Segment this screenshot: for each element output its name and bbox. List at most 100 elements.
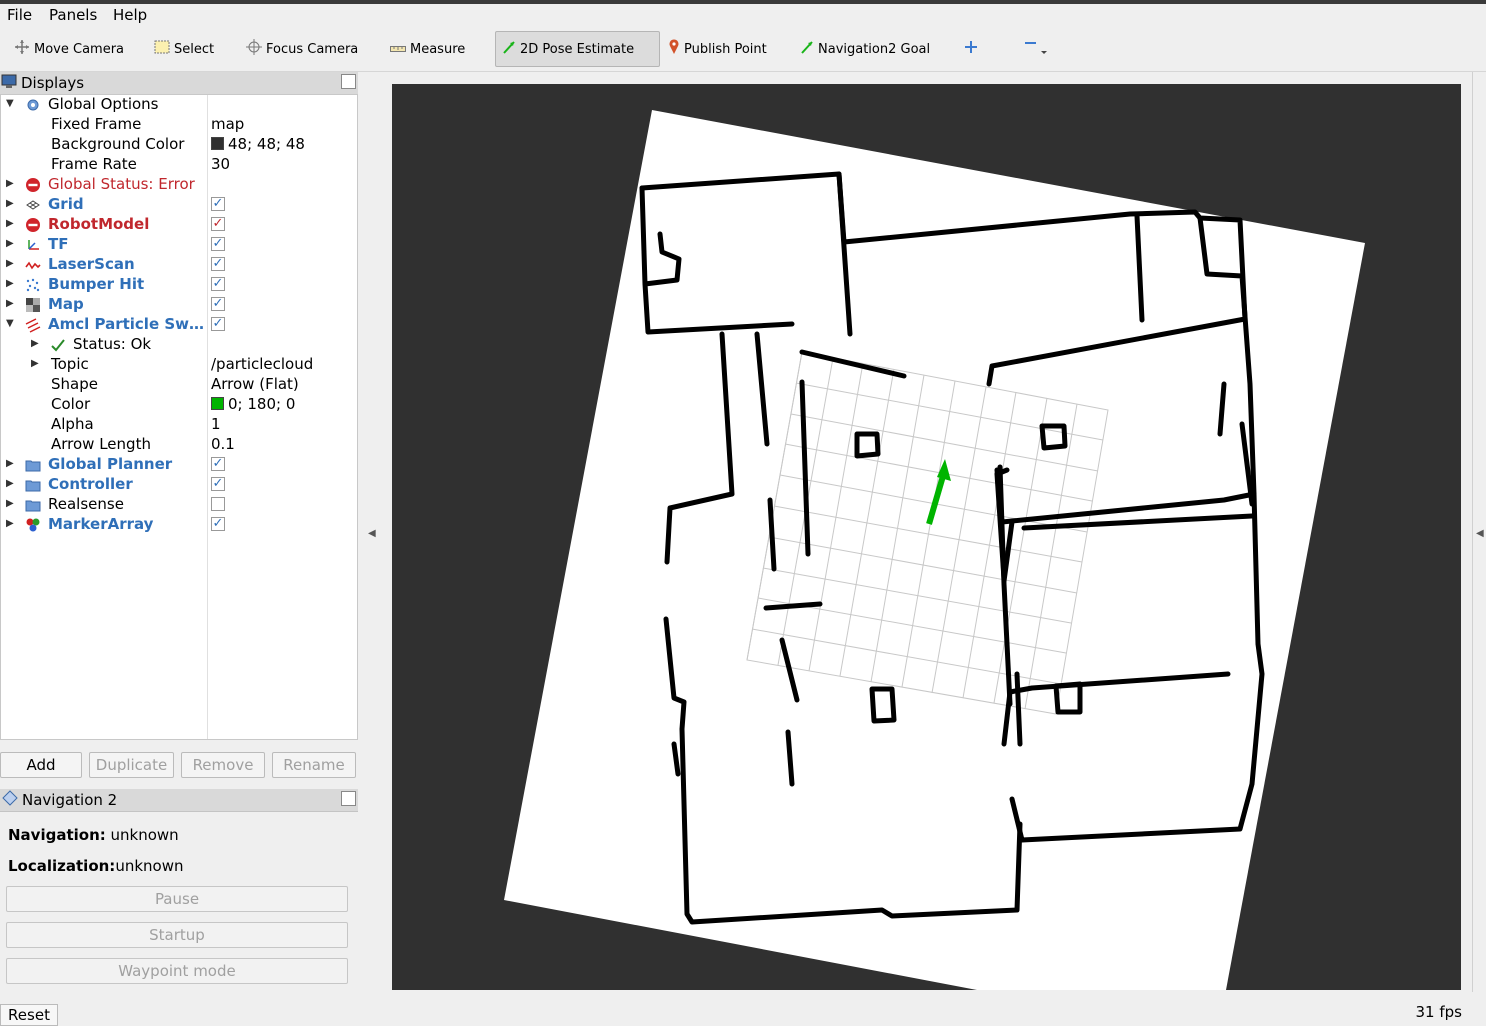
topic-value[interactable]: /particlecloud xyxy=(211,355,313,373)
startup-button[interactable]: Startup xyxy=(6,922,348,948)
collapsed-arrow-icon[interactable]: ▶ xyxy=(6,238,14,249)
undock-button[interactable] xyxy=(341,791,356,806)
publish-point-tool[interactable]: Publish Point xyxy=(662,31,773,67)
grid-checkbox[interactable]: ✓ xyxy=(211,197,225,211)
color-swatch xyxy=(211,397,224,410)
collapsed-arrow-icon[interactable]: ▶ xyxy=(6,498,14,509)
pointcloud-icon xyxy=(25,277,41,293)
collapsed-arrow-icon[interactable]: ▶ xyxy=(6,278,14,289)
markerarray-label: MarkerArray xyxy=(48,515,154,533)
collapsed-arrow-icon[interactable]: ▶ xyxy=(6,518,14,529)
tf-checkbox[interactable]: ✓ xyxy=(211,237,225,251)
color-swatch xyxy=(211,137,224,150)
background-color-value[interactable]: 48; 48; 48 xyxy=(211,135,305,153)
tree-row-controller[interactable]: ▶ Controller ✓ xyxy=(1,475,357,495)
alpha-label: Alpha xyxy=(51,415,94,433)
focus-camera-tool[interactable]: Focus Camera xyxy=(240,31,364,67)
collapsed-arrow-icon[interactable]: ▶ xyxy=(6,218,14,229)
tree-row-global-status[interactable]: ▶ Global Status: Error xyxy=(1,175,357,195)
shape-value[interactable]: Arrow (Flat) xyxy=(211,375,299,393)
menu-help[interactable]: Help xyxy=(113,6,147,24)
tree-row-amcl-status[interactable]: ▶ Status: Ok xyxy=(1,335,357,355)
menu-file[interactable]: File xyxy=(7,6,32,24)
fps-readout: 31 fps xyxy=(1415,1003,1462,1021)
collapsed-arrow-icon[interactable]: ▶ xyxy=(6,178,14,189)
tree-row-grid[interactable]: ▶ Grid ✓ xyxy=(1,195,357,215)
folder-icon xyxy=(25,457,41,473)
alpha-value[interactable]: 1 xyxy=(211,415,221,433)
realsense-checkbox[interactable] xyxy=(211,497,225,511)
tree-row-fixed-frame[interactable]: Fixed Frame map xyxy=(1,115,357,135)
tree-row-markerarray[interactable]: ▶ MarkerArray ✓ xyxy=(1,515,357,535)
tree-row-amcl-shape[interactable]: Shape Arrow (Flat) xyxy=(1,375,357,395)
markerarray-checkbox[interactable]: ✓ xyxy=(211,517,225,531)
displays-title: Displays xyxy=(21,74,85,92)
collapsed-arrow-icon[interactable]: ▶ xyxy=(6,258,14,269)
collapsed-arrow-icon[interactable]: ▶ xyxy=(6,458,14,469)
render-view[interactable] xyxy=(392,84,1461,990)
expanded-arrow-icon[interactable]: ▼ xyxy=(6,318,14,329)
add-tool-button[interactable] xyxy=(958,31,984,67)
collapse-left-icon[interactable]: ◀ xyxy=(368,528,376,539)
left-splitter[interactable]: ◀ xyxy=(360,72,384,1012)
bumper-hit-label: Bumper Hit xyxy=(48,275,145,293)
undock-button[interactable] xyxy=(341,74,356,89)
tree-row-realsense[interactable]: ▶ Realsense xyxy=(1,495,357,515)
arrow-length-value[interactable]: 0.1 xyxy=(211,435,235,453)
amcl-status-label: Status: Ok xyxy=(73,335,152,353)
duplicate-display-button[interactable]: Duplicate xyxy=(89,752,174,778)
grid-label: Grid xyxy=(48,195,84,213)
tree-row-background-color[interactable]: Background Color 48; 48; 48 xyxy=(1,135,357,155)
select-tool[interactable]: Select xyxy=(148,31,220,67)
collapsed-arrow-icon[interactable]: ▶ xyxy=(6,198,14,209)
laserscan-checkbox[interactable]: ✓ xyxy=(211,257,225,271)
remove-tool-button[interactable] xyxy=(1018,31,1056,67)
waypoint-mode-button[interactable]: Waypoint mode xyxy=(6,958,348,984)
tree-row-amcl-alpha[interactable]: Alpha 1 xyxy=(1,415,357,435)
global-status-label: Global Status: Error xyxy=(48,175,195,193)
color-value[interactable]: 0; 180; 0 xyxy=(211,395,295,413)
collapsed-arrow-icon[interactable]: ▶ xyxy=(6,478,14,489)
collapsed-arrow-icon[interactable]: ▶ xyxy=(6,298,14,309)
right-splitter[interactable]: ◀ xyxy=(1472,72,1486,992)
tree-row-amcl-particle-swarm[interactable]: ▼ Amcl Particle Sw… ✓ xyxy=(1,315,357,335)
tree-row-amcl-arrow-length[interactable]: Arrow Length 0.1 xyxy=(1,435,357,455)
amcl-checkbox[interactable]: ✓ xyxy=(211,317,225,331)
global-planner-checkbox[interactable]: ✓ xyxy=(211,457,225,471)
displays-panel-header: Displays xyxy=(0,72,358,95)
nav-goal-tool[interactable]: Navigation2 Goal xyxy=(794,31,936,67)
tree-row-map[interactable]: ▶ Map ✓ xyxy=(1,295,357,315)
tree-row-amcl-topic[interactable]: ▶ Topic /particlecloud xyxy=(1,355,357,375)
expanded-arrow-icon[interactable]: ▼ xyxy=(6,98,14,109)
move-camera-tool[interactable]: Move Camera xyxy=(8,31,130,67)
global-planner-label: Global Planner xyxy=(48,455,173,473)
tool-bar: Move Camera Select Focus Camera Measure … xyxy=(0,27,1486,72)
add-display-button[interactable]: Add xyxy=(0,752,82,778)
controller-checkbox[interactable]: ✓ xyxy=(211,477,225,491)
collapse-right-icon[interactable]: ◀ xyxy=(1476,528,1484,539)
pause-button[interactable]: Pause xyxy=(6,886,348,912)
pose-estimate-tool[interactable]: 2D Pose Estimate xyxy=(495,31,660,67)
robotmodel-checkbox[interactable]: ✓ xyxy=(211,217,225,231)
tree-row-bumper-hit[interactable]: ▶ Bumper Hit ✓ xyxy=(1,275,357,295)
tree-row-global-planner[interactable]: ▶ Global Planner ✓ xyxy=(1,455,357,475)
tree-row-global-options[interactable]: ▼ Global Options xyxy=(1,95,357,115)
tree-row-laserscan[interactable]: ▶ LaserScan ✓ xyxy=(1,255,357,275)
reset-button[interactable]: Reset xyxy=(0,1004,58,1026)
tree-row-tf[interactable]: ▶ TF ✓ xyxy=(1,235,357,255)
measure-tool[interactable]: Measure xyxy=(384,31,471,67)
frame-rate-value[interactable]: 30 xyxy=(211,155,230,173)
tree-row-amcl-color[interactable]: Color 0; 180; 0 xyxy=(1,395,357,415)
bumper-hit-checkbox[interactable]: ✓ xyxy=(211,277,225,291)
map-checkbox[interactable]: ✓ xyxy=(211,297,225,311)
localization-status: Localization:unknown xyxy=(8,857,183,875)
rename-display-button[interactable]: Rename xyxy=(272,752,356,778)
fixed-frame-value[interactable]: map xyxy=(211,115,244,133)
green-arrow-icon xyxy=(800,40,814,58)
remove-display-button[interactable]: Remove xyxy=(181,752,265,778)
collapsed-arrow-icon[interactable]: ▶ xyxy=(31,358,39,369)
menu-panels[interactable]: Panels xyxy=(49,6,97,24)
tree-row-frame-rate[interactable]: Frame Rate 30 xyxy=(1,155,357,175)
collapsed-arrow-icon[interactable]: ▶ xyxy=(31,338,39,349)
tree-row-robotmodel[interactable]: ▶ RobotModel ✓ xyxy=(1,215,357,235)
